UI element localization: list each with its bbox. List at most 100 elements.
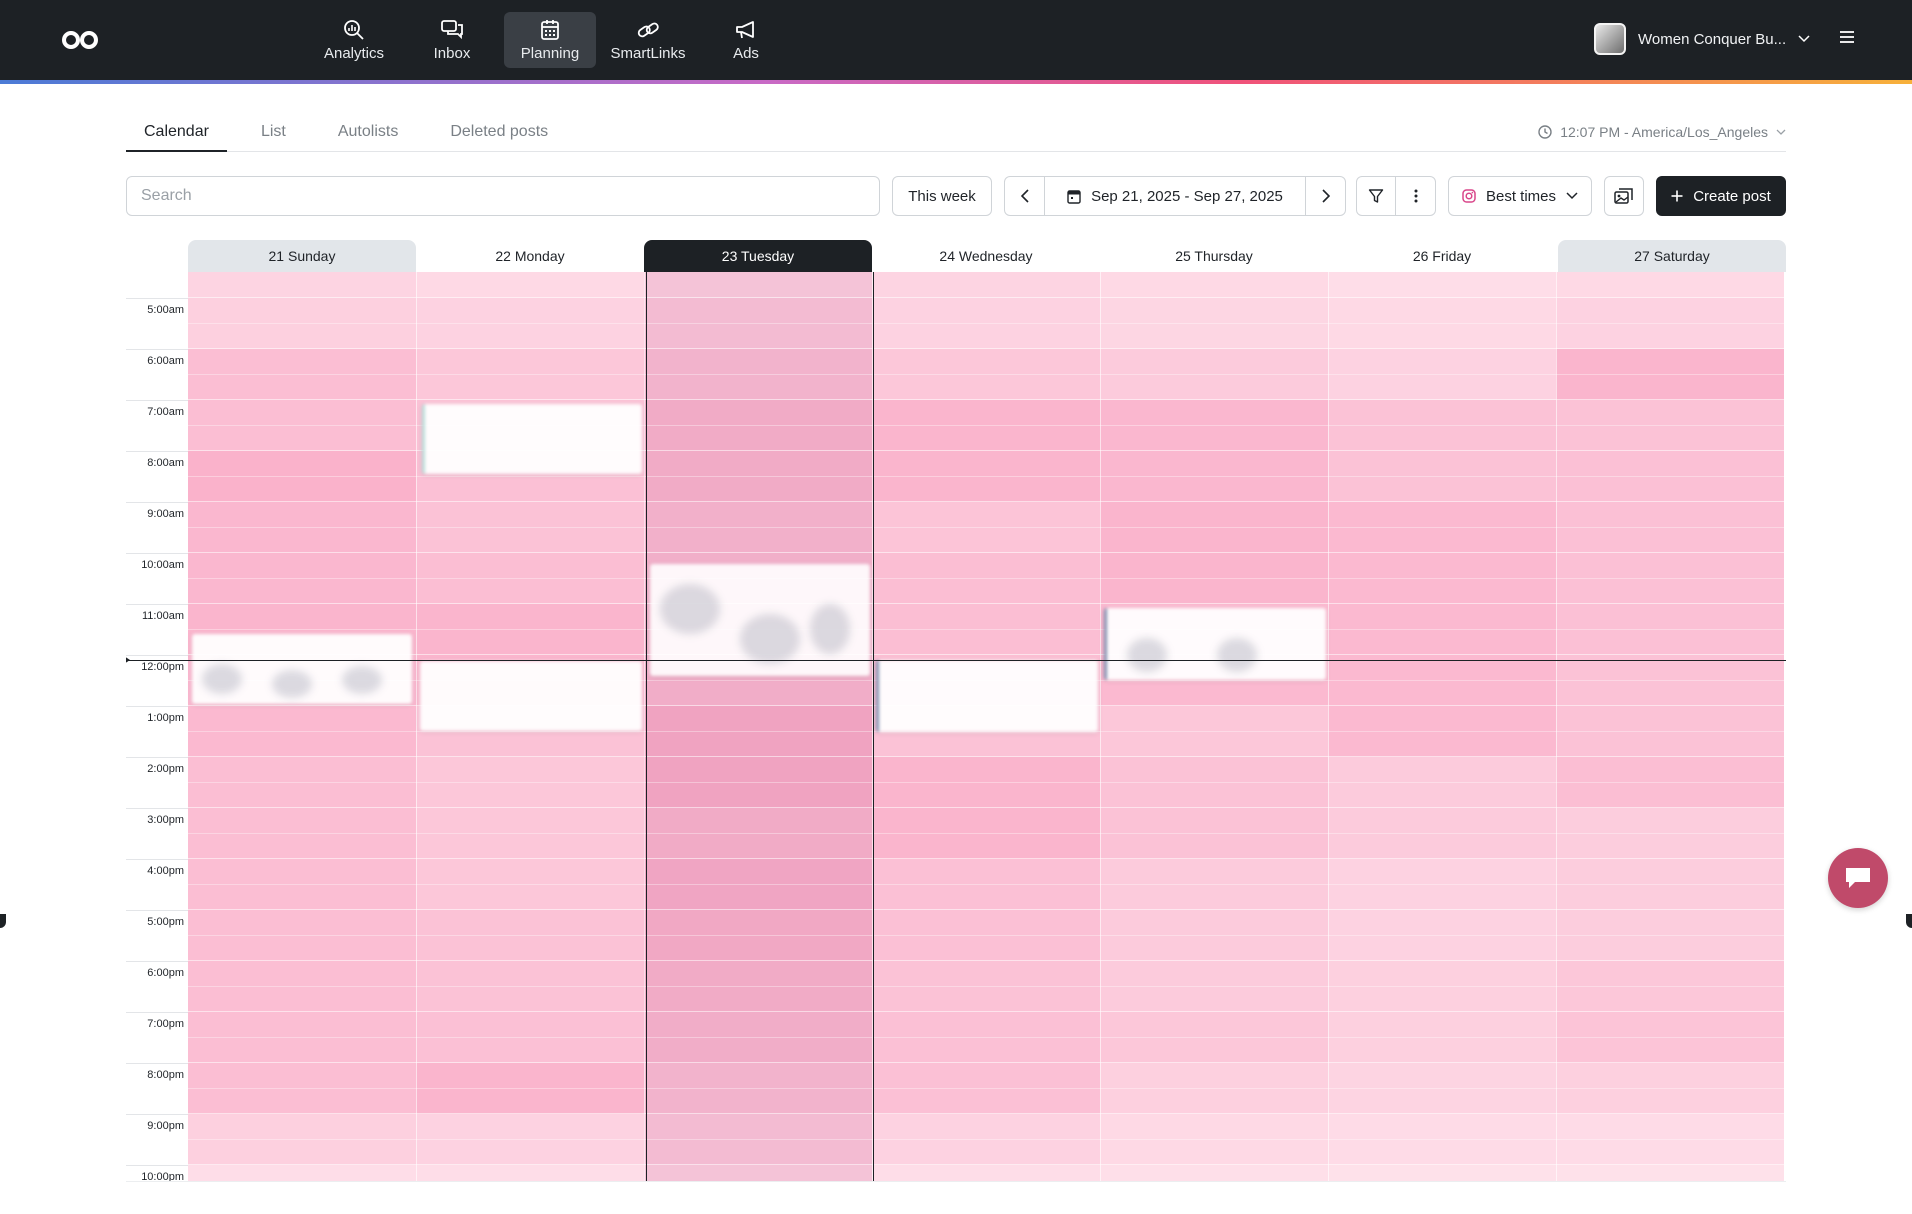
time-slot[interactable] (416, 859, 644, 910)
time-slot[interactable] (644, 400, 872, 451)
time-slot[interactable] (188, 859, 416, 910)
time-slot[interactable] (1556, 961, 1784, 1012)
time-slot[interactable] (188, 451, 416, 502)
time-slot[interactable] (644, 1012, 872, 1063)
time-slot[interactable] (872, 910, 1100, 961)
time-slot[interactable] (1328, 757, 1556, 808)
nav-item-smartlinks[interactable]: SmartLinks (602, 12, 694, 68)
time-slot[interactable] (1100, 1165, 1328, 1181)
account-switcher[interactable]: Women Conquer Bu... (1594, 23, 1810, 55)
time-slot[interactable] (416, 349, 644, 400)
nav-item-ads[interactable]: Ads (700, 12, 792, 68)
time-slot[interactable] (1100, 298, 1328, 349)
time-slot[interactable] (644, 808, 872, 859)
nav-item-analytics[interactable]: Analytics (308, 12, 400, 68)
time-slot[interactable] (1556, 400, 1784, 451)
time-slot[interactable] (416, 298, 644, 349)
time-slot[interactable] (872, 604, 1100, 655)
time-slot[interactable] (1328, 910, 1556, 961)
time-slot[interactable] (1328, 272, 1556, 298)
time-slot[interactable] (1556, 808, 1784, 859)
time-slot[interactable] (644, 298, 872, 349)
time-slot[interactable] (1100, 961, 1328, 1012)
best-times-dropdown[interactable]: Best times (1448, 176, 1592, 216)
day-header-thursday[interactable]: 25 Thursday (1100, 240, 1328, 272)
time-slot[interactable] (872, 808, 1100, 859)
time-slot[interactable] (644, 451, 872, 502)
time-slot[interactable] (188, 272, 416, 298)
time-slot[interactable] (644, 961, 872, 1012)
time-slot[interactable] (644, 1063, 872, 1114)
time-slot[interactable] (1100, 502, 1328, 553)
time-slot[interactable] (1100, 910, 1328, 961)
time-slot[interactable] (1556, 1012, 1784, 1063)
previous-week-button[interactable] (1005, 177, 1045, 215)
time-slot[interactable] (416, 961, 644, 1012)
time-slot[interactable] (1328, 400, 1556, 451)
time-slot[interactable] (644, 859, 872, 910)
time-slot[interactable] (188, 757, 416, 808)
time-slot[interactable] (1328, 451, 1556, 502)
time-slot[interactable] (1328, 298, 1556, 349)
time-slot[interactable] (872, 349, 1100, 400)
time-slot[interactable] (188, 1063, 416, 1114)
scheduled-post-card[interactable] (1104, 608, 1326, 680)
time-slot[interactable] (188, 706, 416, 757)
time-slot[interactable] (1100, 1012, 1328, 1063)
day-header-wednesday[interactable]: 24 Wednesday (872, 240, 1100, 272)
time-slot[interactable] (416, 502, 644, 553)
time-slot[interactable] (416, 272, 644, 298)
next-week-button[interactable] (1305, 177, 1345, 215)
time-slot[interactable] (872, 1063, 1100, 1114)
logo-icon[interactable] (60, 28, 100, 52)
tab-autolists[interactable]: Autolists (320, 110, 416, 152)
scheduled-post-card[interactable] (192, 634, 412, 704)
time-slot[interactable] (1556, 502, 1784, 553)
time-slot[interactable] (188, 298, 416, 349)
time-slot[interactable] (1556, 272, 1784, 298)
time-slot[interactable] (1328, 502, 1556, 553)
time-slot[interactable] (644, 1114, 872, 1165)
filter-button[interactable] (1357, 177, 1397, 215)
time-slot[interactable] (644, 1165, 872, 1181)
time-slot[interactable] (1328, 808, 1556, 859)
time-slot[interactable] (1556, 859, 1784, 910)
time-slot[interactable] (188, 808, 416, 859)
time-slot[interactable] (1328, 1114, 1556, 1165)
time-slot[interactable] (872, 272, 1100, 298)
nav-item-inbox[interactable]: Inbox (406, 12, 498, 68)
time-slot[interactable] (1556, 1063, 1784, 1114)
time-slot[interactable] (644, 502, 872, 553)
time-slot[interactable] (1328, 859, 1556, 910)
time-slot[interactable] (644, 272, 872, 298)
time-slot[interactable] (1328, 1063, 1556, 1114)
time-slot[interactable] (1328, 706, 1556, 757)
scheduled-post-card[interactable] (876, 660, 1098, 732)
this-week-button[interactable]: This week (892, 176, 992, 216)
time-slot[interactable] (872, 451, 1100, 502)
time-slot[interactable] (416, 1063, 644, 1114)
timezone-selector[interactable]: 12:07 PM - America/Los_Angeles (1538, 124, 1786, 140)
time-slot[interactable] (644, 349, 872, 400)
date-range-picker[interactable]: Sep 21, 2025 - Sep 27, 2025 (1045, 177, 1305, 215)
time-slot[interactable] (1328, 1012, 1556, 1063)
time-slot[interactable] (1100, 451, 1328, 502)
time-slot[interactable] (1556, 655, 1784, 706)
time-slot[interactable] (416, 1114, 644, 1165)
time-slot[interactable] (872, 1114, 1100, 1165)
time-slot[interactable] (188, 910, 416, 961)
time-slot[interactable] (1100, 1114, 1328, 1165)
time-slot[interactable] (188, 1114, 416, 1165)
time-slot[interactable] (1100, 808, 1328, 859)
time-slot[interactable] (1100, 349, 1328, 400)
time-slot[interactable] (188, 1012, 416, 1063)
scheduled-post-card[interactable] (422, 404, 642, 474)
time-slot[interactable] (1556, 349, 1784, 400)
time-slot[interactable] (1100, 400, 1328, 451)
time-slot[interactable] (188, 349, 416, 400)
time-slot[interactable] (1100, 553, 1328, 604)
chat-support-button[interactable] (1828, 848, 1888, 908)
time-slot[interactable] (1328, 961, 1556, 1012)
time-slot[interactable] (1328, 1165, 1556, 1181)
time-slot[interactable] (1556, 757, 1784, 808)
